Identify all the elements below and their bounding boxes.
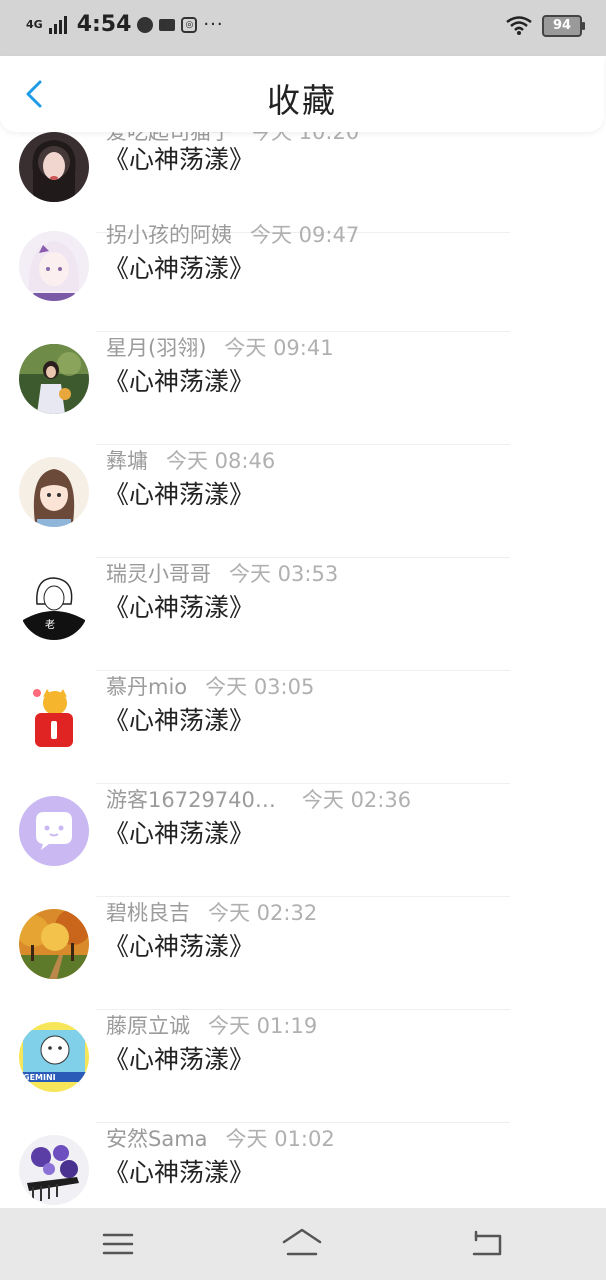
anime-girl-purple-avatar[interactable] [19, 231, 89, 301]
item-message: 《心神荡漾》 [104, 706, 255, 735]
girl-photo-avatar[interactable] [19, 344, 89, 414]
item-time: 今天 02:32 [208, 901, 318, 925]
purple-flowers-avatar[interactable] [19, 1135, 89, 1205]
home-icon[interactable] [282, 1226, 322, 1262]
item-time: 今天 02:36 [301, 788, 412, 812]
list-item[interactable]: GEMINI 藤原立诚 今天 01:19 《心神荡漾》 [0, 1010, 606, 1123]
black-white-anime-avatar[interactable]: 老 [19, 570, 89, 640]
list-item[interactable]: 慕丹mio 今天 03:05 《心神荡漾》 [0, 671, 606, 784]
item-message: 《心神荡漾》 [104, 593, 255, 622]
svg-text:GEMINI: GEMINI [23, 1073, 56, 1082]
item-time: 今天 08:46 [166, 449, 276, 473]
cartoon-girl-avatar[interactable] [19, 457, 89, 527]
battery-indicator: 94 [542, 15, 585, 37]
network-indicator: 4G [26, 17, 43, 31]
item-time: 今天 01:02 [225, 1127, 335, 1151]
item-time: 今天 10:20 [250, 132, 360, 144]
item-author: 瑞灵小哥哥 今天 03:53 [106, 562, 339, 586]
red-mascot-avatar[interactable] [19, 683, 89, 753]
list-item[interactable]: 星月(羽翎) 今天 09:41 《心神荡漾》 [0, 332, 606, 445]
list-item[interactable]: 拐小孩的阿姨 今天 09:47 《心神荡漾》 [0, 219, 606, 332]
status-bar: 4G 4:54 ◎ ··· 94 [0, 0, 606, 56]
item-author: 安然Sama 今天 01:02 [106, 1127, 335, 1151]
item-time: 今天 09:47 [250, 223, 360, 247]
purple-chat-bubble-avatar[interactable] [19, 796, 89, 866]
app-header: 收藏 [0, 56, 604, 132]
wifi-icon [506, 16, 532, 35]
item-author: 游客16729740… 今天 02:36 [106, 788, 412, 812]
item-author: 藤原立诚 今天 01:19 [106, 1014, 318, 1038]
item-message: 《心神荡漾》 [104, 145, 255, 174]
gemini-cartoon-avatar[interactable]: GEMINI [19, 1022, 89, 1092]
list-item[interactable]: 游客16729740… 今天 02:36 《心神荡漾》 [0, 784, 606, 897]
favorites-list: 爱吃起司猫子 今天 10:20 《心神荡漾》 拐小孩的阿姨 今天 09:47 《心神… [0, 132, 606, 1208]
jovi-icon [137, 16, 154, 33]
item-message: 《心神荡漾》 [104, 254, 255, 283]
list-item[interactable]: 碧桃良吉 今天 02:32 《心神荡漾》 [0, 897, 606, 1010]
item-author: 碧桃良吉 今天 02:32 [106, 901, 318, 925]
item-author: 拐小孩的阿姨 今天 09:47 [106, 223, 360, 247]
menu-icon[interactable] [98, 1226, 138, 1262]
autumn-trees-avatar[interactable] [19, 909, 89, 979]
item-author: 慕丹mio 今天 03:05 [106, 675, 315, 699]
system-nav-bar [0, 1208, 606, 1280]
item-time: 今天 09:41 [224, 336, 334, 360]
dark-hair-girl-avatar[interactable] [19, 132, 89, 202]
signal-icon [48, 15, 67, 34]
svg-text:老: 老 [45, 618, 55, 631]
item-time: 今天 03:53 [229, 562, 339, 586]
camera-icon: ◎ [181, 16, 198, 33]
item-message: 《心神荡漾》 [104, 480, 255, 509]
more-notifications-icon: ··· [203, 14, 224, 35]
page-title: 收藏 [267, 81, 337, 120]
item-author: 彝墉 今天 08:46 [106, 449, 276, 473]
list-item[interactable]: 安然Sama 今天 01:02 《心神荡漾》 [0, 1123, 606, 1208]
clock: 4:54 [76, 12, 132, 37]
item-message: 《心神荡漾》 [104, 1045, 255, 1074]
item-message: 《心神荡漾》 [104, 367, 255, 396]
item-time: 今天 03:05 [205, 675, 315, 699]
status-right: 94 [506, 15, 585, 37]
item-message: 《心神荡漾》 [104, 932, 255, 961]
list-item[interactable]: 彝墉 今天 08:46 《心神荡漾》 [0, 445, 606, 558]
video-icon [159, 18, 176, 31]
status-left: 4G 4:54 ◎ ··· [26, 12, 224, 37]
back-icon[interactable] [468, 1226, 508, 1262]
item-message: 《心神荡漾》 [104, 1158, 255, 1187]
list-item[interactable]: 老 瑞灵小哥哥 今天 03:53 《心神荡漾》 [0, 558, 606, 671]
item-message: 《心神荡漾》 [104, 819, 255, 848]
list-item[interactable]: 爱吃起司猫子 今天 10:20 《心神荡漾》 [0, 132, 606, 233]
item-time: 今天 01:19 [208, 1014, 318, 1038]
item-author: 星月(羽翎) 今天 09:41 [106, 336, 334, 360]
